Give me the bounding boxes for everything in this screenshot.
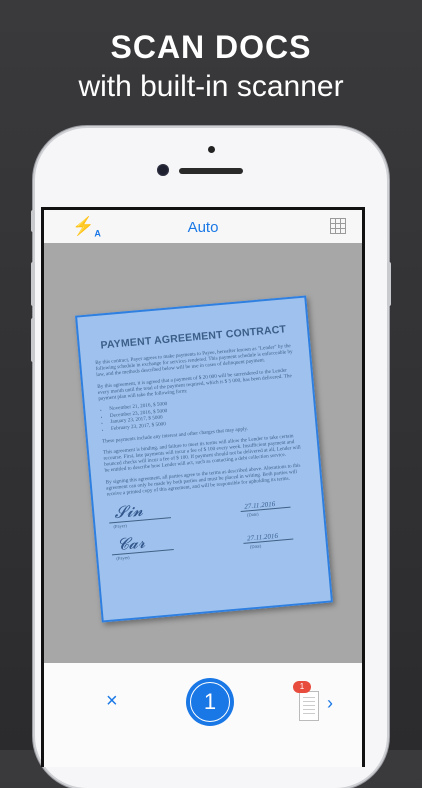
- chevron-right-icon[interactable]: ›: [327, 693, 333, 714]
- thumbnail-line: [303, 705, 315, 706]
- thumbnail-line: [303, 701, 315, 702]
- power-button: [387, 262, 391, 306]
- thumbnail-line: [303, 709, 315, 710]
- grid-icon[interactable]: [330, 218, 346, 234]
- top-toolbar: ⚡A Auto: [44, 210, 362, 243]
- thumbnail-line: [303, 697, 315, 698]
- detected-document: PAYMENT AGREEMENT CONTRACT By this contr…: [75, 295, 333, 623]
- front-camera: [157, 164, 169, 176]
- earpiece-speaker: [179, 168, 243, 174]
- headline-subtitle: with built-in scanner: [78, 70, 344, 103]
- camera-viewfinder[interactable]: PAYMENT AGREEMENT CONTRACT By this contr…: [44, 243, 362, 663]
- volume-up-button: [31, 262, 35, 306]
- mute-switch: [31, 210, 35, 232]
- thumbnail-line: [303, 713, 315, 714]
- volume-down-button: [31, 318, 35, 362]
- headline: SCAN DOCS with built-in scanner: [0, 28, 422, 106]
- scan-mode-label[interactable]: Auto: [44, 219, 362, 236]
- scanned-count: 1: [203, 689, 217, 714]
- app-screen: ⚡A Auto PAYMENT AGREEMENT CONTRACT By th…: [41, 207, 365, 767]
- page-count-badge: 1: [293, 681, 311, 693]
- close-button[interactable]: ×: [106, 691, 118, 711]
- bottom-toolbar: × 1 1 ›: [44, 663, 362, 767]
- document-detection-overlay: [75, 295, 333, 623]
- front-sensor: [208, 146, 215, 153]
- shutter-button[interactable]: 1: [186, 678, 234, 726]
- headline-title: SCAN DOCS: [110, 29, 312, 65]
- scanned-page-thumbnail[interactable]: [299, 691, 319, 721]
